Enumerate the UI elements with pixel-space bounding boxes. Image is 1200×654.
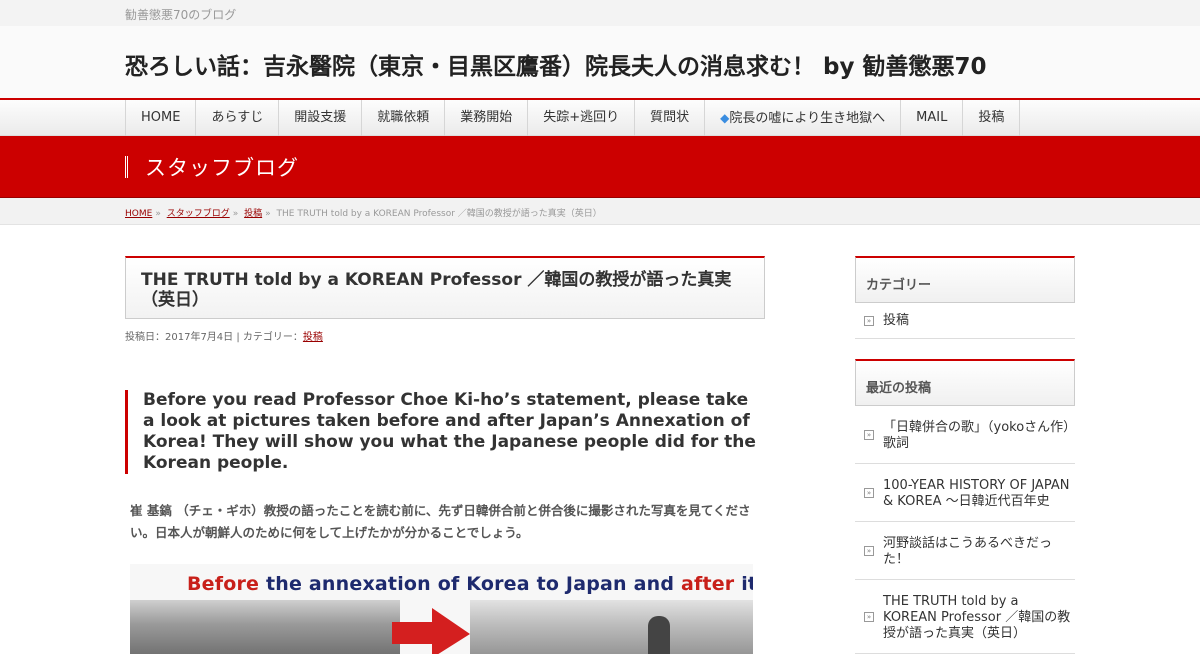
post-category-link[interactable]: 投稿 <box>303 332 323 343</box>
post-meta: 投稿日：2017年7月4日 | カテゴリー：投稿 <box>125 328 765 343</box>
nav-item-questionnaire[interactable]: 質問状 <box>635 100 706 136</box>
recent-post-item[interactable]: » THE TRUTH told by a KOREAN Professor ／韓… <box>855 580 1075 654</box>
post-image[interactable]: Before the annexation of Korea to Japan … <box>130 564 753 654</box>
before-photo <box>130 600 400 654</box>
recent-posts-list: » 「日韓併合の歌」（yokoさん作）歌詞 » 100-YEAR HISTORY O… <box>855 406 1075 654</box>
after-photo <box>470 600 753 654</box>
breadcrumb-home-link[interactable]: HOME <box>125 209 152 219</box>
post-title: THE TRUTH told by a KOREAN Professor ／韓国… <box>125 256 765 319</box>
post-date: 投稿日：2017年7月4日 | カテゴリー： <box>125 332 303 343</box>
post-japanese-text: 崔 基鎬 （チェ・ギホ）教授の語ったことを読む前に、先ず日韓併合前と併合後に撮影… <box>130 503 751 540</box>
nav-item-post[interactable]: 投稿 <box>963 100 1021 136</box>
nav-item-job-request[interactable]: 就職依頼 <box>362 100 446 136</box>
nav-item-mail[interactable]: MAIL <box>901 100 964 136</box>
sidebar: カテゴリー » 投稿 最近の投稿 » 「日韓併合の歌」（yokoさん作）歌詞 » 10… <box>855 256 1075 654</box>
bullet-icon: » <box>864 545 874 556</box>
image-caption: Before the annexation of Korea to Japan … <box>187 573 753 595</box>
nav-item-business-start[interactable]: 業務開始 <box>445 100 529 136</box>
bullet-icon: » <box>864 315 874 326</box>
site-tagline: 勧善懲悪70のブログ <box>125 8 237 22</box>
breadcrumb: HOME» スタッフブログ» 投稿» THE TRUTH told by a K… <box>0 198 1200 225</box>
bullet-icon: » <box>864 487 874 498</box>
breadcrumb-category-link[interactable]: 投稿 <box>244 209 262 219</box>
recent-post-item[interactable]: » 「日韓併合の歌」（yokoさん作）歌詞 <box>855 406 1075 464</box>
main-content: THE TRUTH told by a KOREAN Professor ／韓国… <box>125 256 765 654</box>
bullet-icon: » <box>864 429 874 440</box>
recent-post-item[interactable]: » 100-YEAR HISTORY OF JAPAN & KOREA ～日韓近代… <box>855 464 1075 522</box>
right-arrow-icon <box>392 608 470 654</box>
bullet-icon: » <box>864 611 874 622</box>
nav-item-disappearance[interactable]: 失踪+逃回り <box>528 100 636 136</box>
tower-shape <box>648 616 670 654</box>
banner-accent-bar <box>125 156 128 178</box>
recent-post-item[interactable]: » 河野談話はこうあるべきだった！ <box>855 522 1075 580</box>
nav-item-opening-support[interactable]: 開設支援 <box>279 100 363 136</box>
breadcrumb-current: THE TRUTH told by a KOREAN Professor ／韓国… <box>276 209 602 219</box>
post-blockquote: Before you read Professor Choe Ki-ho’s s… <box>125 390 765 474</box>
recent-posts-widget-title: 最近の投稿 <box>855 359 1075 406</box>
section-banner: スタッフブログ <box>0 136 1200 198</box>
nav-item-home[interactable]: HOME <box>126 100 197 136</box>
breadcrumb-blog-link[interactable]: スタッフブログ <box>167 209 230 219</box>
global-nav: HOME あらすじ 開設支援 就職依頼 業務開始 失踪+逃回り 質問状 ◆院長の… <box>0 100 1200 136</box>
site-title[interactable]: 恐ろしい話：吉永醫院（東京・目黒区鷹番）院長夫人の消息求む！ by 勧善懲悪70 <box>125 47 986 81</box>
top-strip: 勧善懲悪70のブログ <box>0 0 1200 26</box>
section-title: スタッフブログ <box>145 156 299 180</box>
categories-widget-title: カテゴリー <box>855 256 1075 303</box>
nav-item-living-hell[interactable]: ◆院長の嘘により生き地獄へ <box>705 100 902 136</box>
category-item[interactable]: » 投稿 <box>855 303 1075 339</box>
nav-item-synopsis[interactable]: あらすじ <box>196 100 280 136</box>
site-header: 恐ろしい話：吉永醫院（東京・目黒区鷹番）院長夫人の消息求む！ by 勧善懲悪70 <box>0 26 1200 100</box>
categories-list: » 投稿 <box>855 303 1075 339</box>
